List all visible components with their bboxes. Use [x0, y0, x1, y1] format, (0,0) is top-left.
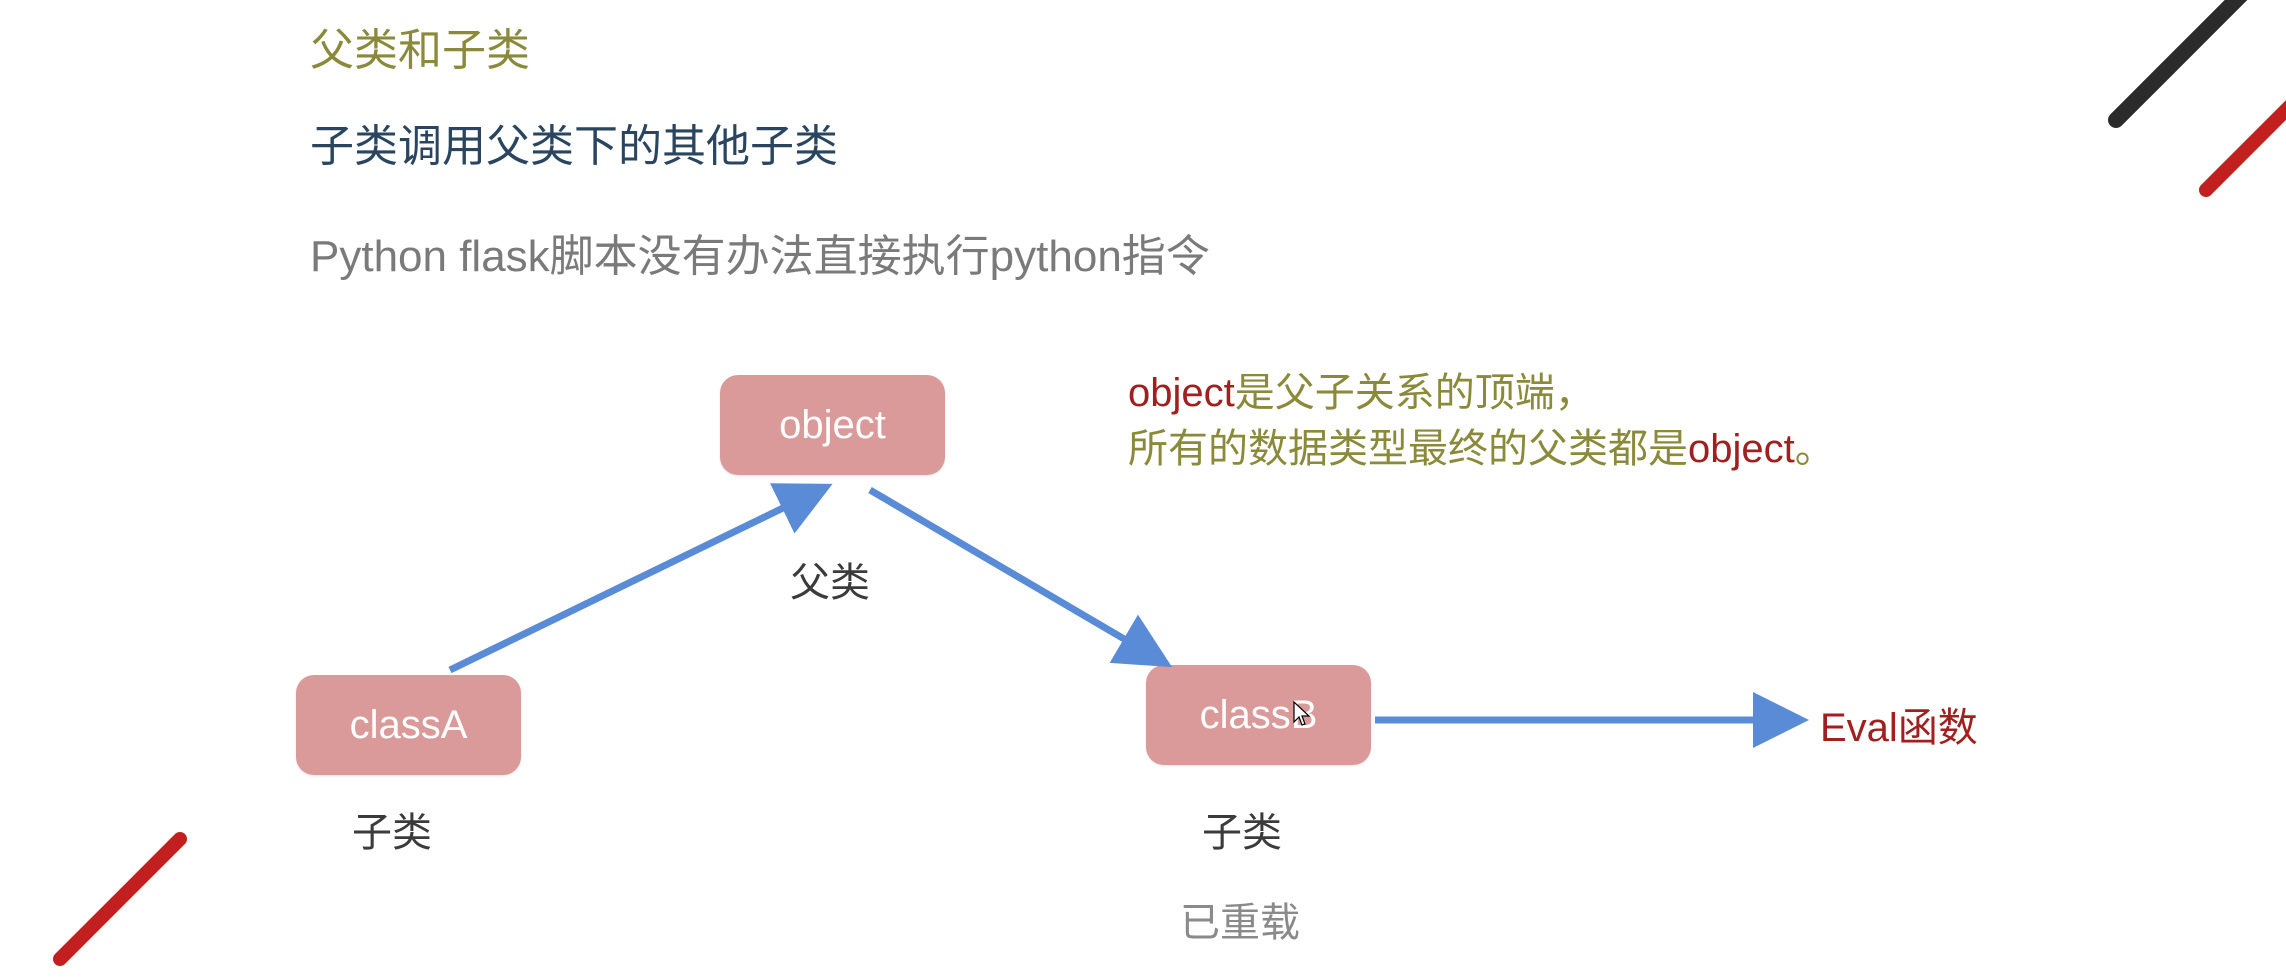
node-classB: classB [1146, 665, 1371, 765]
object-description: object是父子关系的顶端， 所有的数据类型最终的父类都是object。 [1128, 365, 1835, 477]
arrow-classA-to-object [450, 490, 820, 670]
heading-parent-child: 父类和子类 [310, 14, 530, 78]
arrow-object-to-classB [870, 490, 1160, 660]
decorative-stroke-top-red [2186, 70, 2286, 210]
desc-object-keyword-1: object [1128, 371, 1235, 415]
label-child-a: 子类 [352, 800, 432, 858]
label-overloaded: 已重载 [1180, 890, 1300, 948]
node-classA: classA [296, 675, 521, 775]
label-eval-function: Eval函数 [1820, 695, 1978, 753]
desc-object-keyword-2: object [1688, 427, 1795, 471]
label-parent: 父类 [790, 550, 870, 608]
label-child-b: 子类 [1202, 800, 1282, 858]
desc-line2-post: 。 [1795, 427, 1835, 471]
desc-line2-pre: 所有的数据类型最终的父类都是 [1128, 427, 1688, 471]
node-object: object [720, 375, 945, 475]
heading-flask-note: Python flask脚本没有办法直接执行python指令 [310, 220, 1210, 284]
heading-subclass-call: 子类调用父类下的其他子类 [310, 110, 838, 174]
desc-line1-rest: 是父子关系的顶端， [1235, 371, 1595, 415]
decorative-stroke-bottom-red [40, 819, 200, 979]
